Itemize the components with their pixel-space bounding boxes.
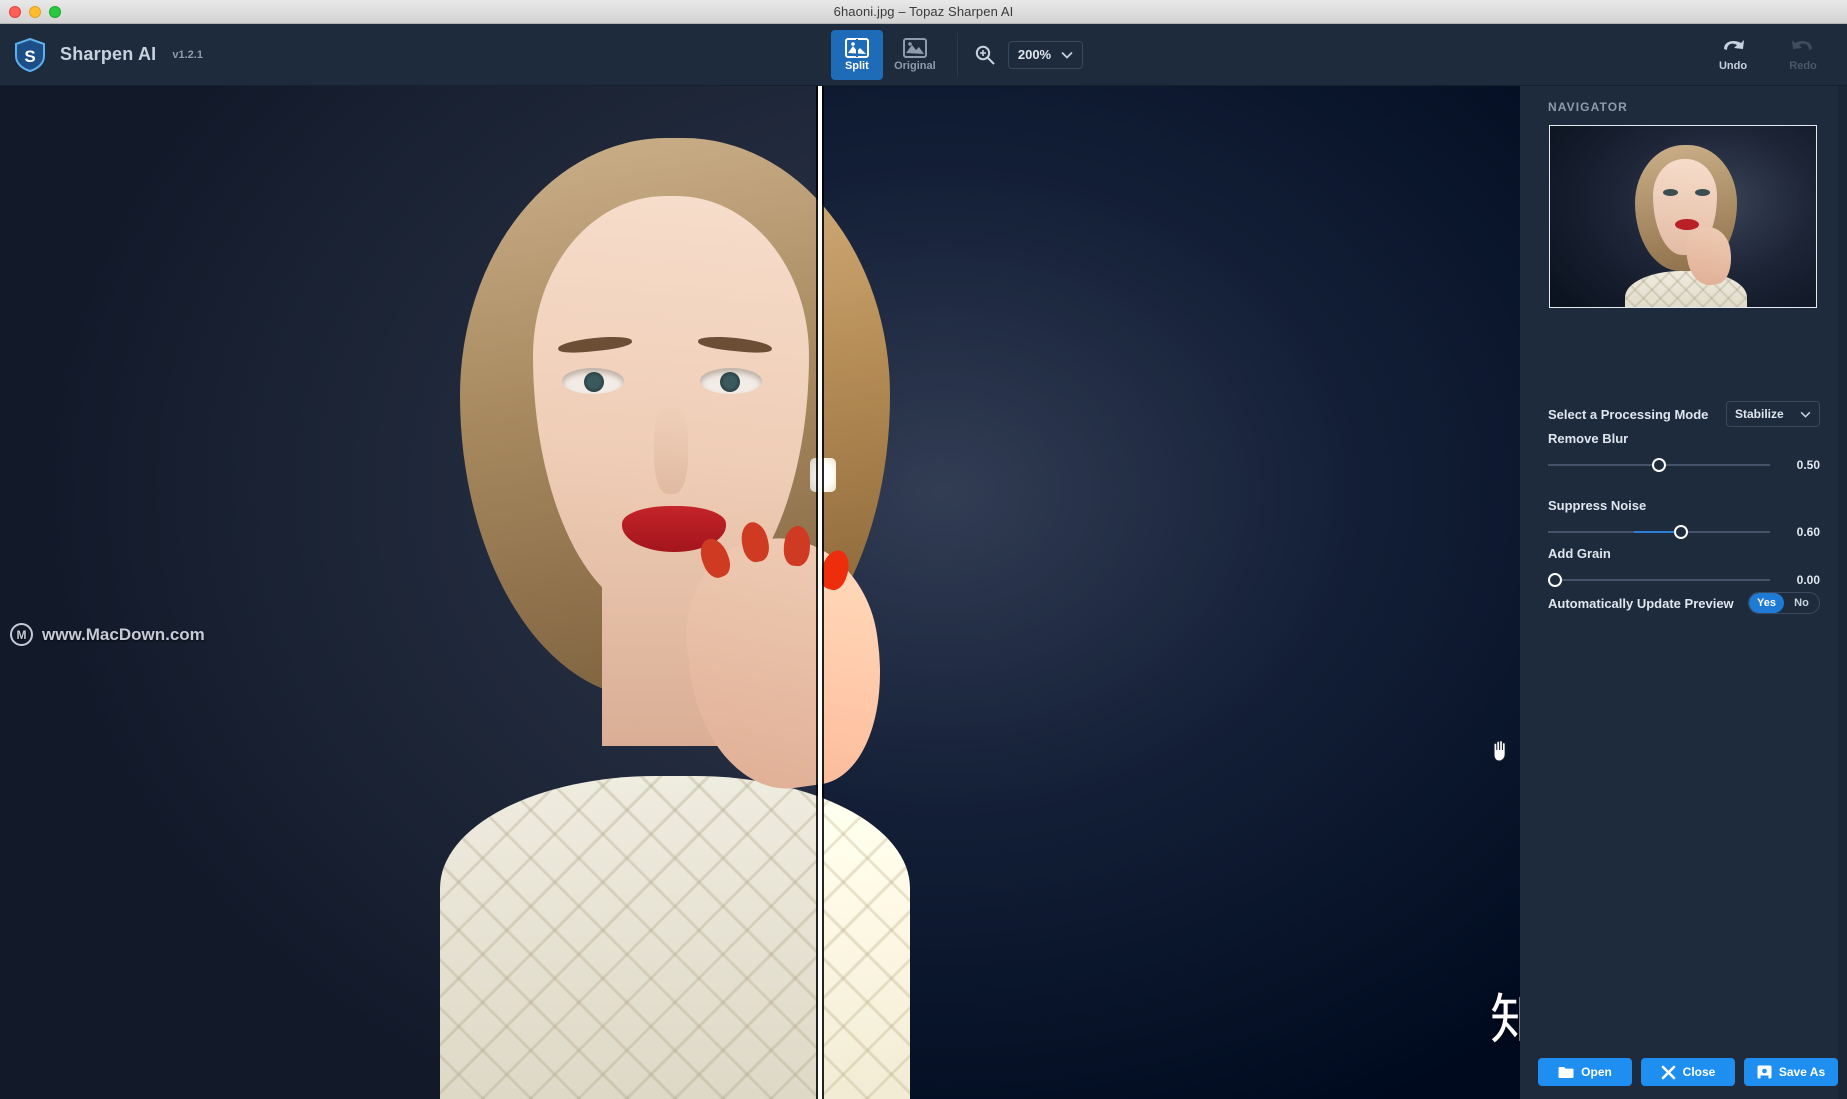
header-divider [956,32,958,77]
magnifier-plus-icon[interactable] [974,44,996,66]
close-button-label: Close [1682,1065,1716,1079]
navigator-portrait-graphic [1611,131,1761,308]
right-panel: NAVIGATOR Select a Processing Mode Stabi… [1520,86,1847,1099]
minimize-window-button[interactable] [29,6,41,18]
save-as-button[interactable]: Save As [1744,1058,1838,1086]
open-button-label: Open [1581,1065,1612,1079]
save-as-button-label: Save As [1778,1065,1826,1079]
view-mode-split-label: Split [844,59,869,72]
slider-suppress-noise-value: 0.60 [1796,525,1820,539]
undo-arrow-icon [1720,37,1746,57]
folder-icon [1558,1066,1574,1079]
zoom-level-select[interactable]: 200% [1007,40,1084,69]
auto-update-yes[interactable]: Yes [1749,593,1784,613]
processing-mode-value: Stabilize [1735,407,1784,421]
panel-footer-buttons: Open Close Save As [1538,1058,1838,1086]
app-name: Sharpen AI [60,44,157,64]
app-header: S Sharpen AI v1.2.1 Split Original 200% … [0,24,1847,86]
chevron-down-icon [1061,51,1073,59]
slider-add-grain-knob[interactable] [1548,573,1562,587]
save-disk-icon [1757,1065,1772,1079]
auto-update-row: Automatically Update Preview Yes No [1548,591,1820,615]
x-close-icon [1661,1065,1676,1080]
macdown-watermark-text: www.MacDown.com [42,624,205,644]
processing-mode-select[interactable]: Stabilize [1726,401,1820,427]
slider-remove-blur-track[interactable] [1548,457,1770,473]
app-window: 6haoni.jpg – Topaz Sharpen AI S Sharpen … [0,0,1847,1099]
traffic-lights [9,6,61,18]
image-canvas[interactable]: M www.MacDown.com [0,86,1520,1099]
auto-update-label: Automatically Update Preview [1548,595,1734,611]
split-view-icon [844,37,869,58]
navigator-title: NAVIGATOR [1548,100,1628,114]
slider-suppress-noise-knob[interactable] [1674,525,1688,539]
slider-suppress-noise: Suppress Noise 0.60 [1548,498,1820,540]
redo-arrow-icon [1790,37,1816,57]
svg-text:S: S [24,47,35,66]
close-window-button[interactable] [9,6,21,18]
slider-add-grain-value: 0.00 [1796,573,1820,587]
slider-add-grain-label: Add Grain [1548,546,1611,561]
view-mode-group: Split Original [830,29,941,80]
processing-mode-label: Select a Processing Mode [1548,406,1709,422]
original-image-icon [902,37,927,58]
zoom-group: 200% [974,40,1084,69]
auto-update-no[interactable]: No [1784,593,1819,613]
undo-label: Undo [1718,60,1748,72]
app-brand: S Sharpen AI v1.2.1 [0,37,203,73]
hand-cursor [1489,738,1511,762]
slider-suppress-noise-track[interactable] [1548,524,1770,540]
slider-add-grain: Add Grain 0.00 [1548,546,1820,588]
slider-remove-blur-value: 0.50 [1796,458,1820,472]
slider-remove-blur-label: Remove Blur [1548,431,1629,446]
macdown-circle-m-icon: M [10,623,33,646]
preview-image-processed [820,86,1520,1099]
history-group: Undo Redo [1711,37,1847,72]
split-divider[interactable] [818,86,822,1099]
redo-button[interactable]: Redo [1781,37,1825,72]
zoom-level-value: 200% [1017,47,1052,62]
redo-label: Redo [1789,60,1817,72]
slider-remove-blur-knob[interactable] [1652,458,1666,472]
open-button[interactable]: Open [1538,1058,1632,1086]
view-mode-original-label: Original [894,59,936,72]
undo-button[interactable]: Undo [1711,37,1755,72]
window-titlebar: 6haoni.jpg – Topaz Sharpen AI [0,0,1847,24]
navigator-thumbnail[interactable] [1549,125,1817,308]
view-mode-original[interactable]: Original [889,30,941,80]
slider-remove-blur: Remove Blur 0.50 [1548,431,1820,473]
view-mode-split[interactable]: Split [830,29,883,80]
slider-suppress-noise-label: Suppress Noise [1548,498,1647,513]
processing-mode-row: Select a Processing Mode Stabilize [1548,401,1820,427]
vertical-scrollbar[interactable] [1838,86,1847,1099]
macdown-watermark: M www.MacDown.com [10,623,205,646]
auto-update-toggle[interactable]: Yes No [1748,592,1820,614]
window-title: 6haoni.jpg – Topaz Sharpen AI [833,4,1014,19]
slider-add-grain-track[interactable] [1548,572,1770,588]
maximize-window-button[interactable] [49,6,61,18]
app-version: v1.2.1 [172,48,203,61]
close-button[interactable]: Close [1641,1058,1735,1086]
chevron-down-icon [1800,411,1811,418]
shield-s-icon: S [12,37,48,73]
